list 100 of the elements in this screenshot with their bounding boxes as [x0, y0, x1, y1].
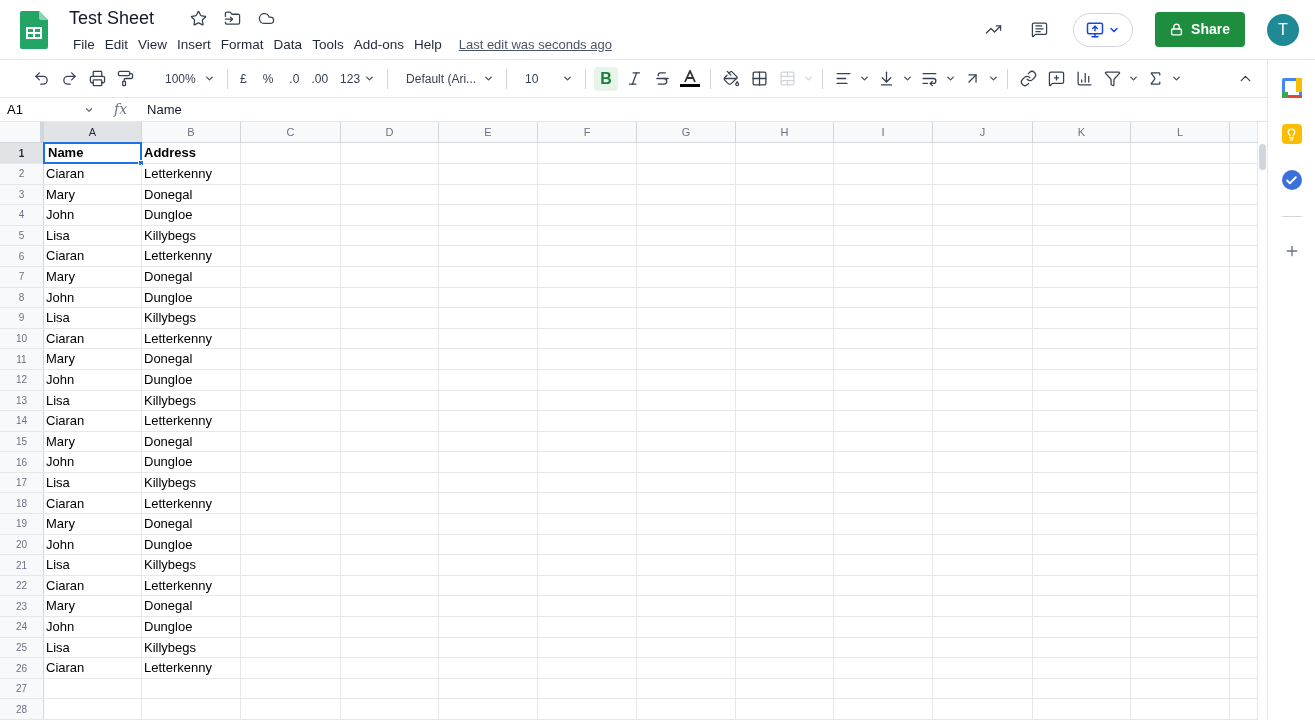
row-header[interactable]: 14 [0, 411, 44, 431]
menu-item[interactable]: Edit [99, 33, 134, 57]
row-header[interactable]: 24 [0, 617, 44, 637]
column-header[interactable]: F [538, 122, 637, 143]
table-cell[interactable]: Donegal [141, 430, 241, 453]
column-header[interactable]: J [933, 122, 1033, 143]
row-header[interactable]: 2 [0, 163, 44, 184]
table-cell[interactable]: Letterkenny [141, 657, 241, 679]
check-icon[interactable] [1281, 170, 1302, 190]
table-cell[interactable]: Ciaran [43, 574, 142, 597]
table-cell[interactable]: Letterkenny [141, 245, 241, 267]
table-cell[interactable]: Mary [43, 513, 142, 535]
row-header[interactable]: 15 [0, 431, 44, 452]
menu-item[interactable]: Data [268, 33, 308, 57]
column-header[interactable]: A [44, 122, 142, 143]
table-cell[interactable]: Mary [43, 183, 142, 206]
menu-item[interactable]: Add-ons [348, 33, 409, 57]
table-cell[interactable]: Lisa [43, 554, 142, 576]
table-cell[interactable]: Ciaran [43, 162, 142, 185]
table-cell[interactable]: Letterkenny [141, 327, 241, 350]
spreadsheet-logo-icon[interactable] [20, 10, 48, 49]
table-cell[interactable]: Killybegs [141, 224, 241, 247]
menu-item[interactable]: File [68, 33, 100, 57]
row-header[interactable]: 8 [0, 287, 44, 308]
decrease-decimal-button[interactable]: .0 [285, 66, 304, 91]
table-cell[interactable]: Donegal [141, 513, 241, 535]
column-header[interactable]: K [1033, 122, 1131, 143]
table-cell[interactable]: Dungloe [141, 451, 241, 473]
table-cell[interactable]: Donegal [141, 595, 241, 618]
vertical-scrollbar[interactable] [1257, 122, 1267, 720]
row-header[interactable]: 5 [0, 225, 44, 246]
table-cell[interactable]: Lisa [43, 307, 142, 329]
number-format-dropdown[interactable]: 123 [336, 66, 380, 91]
zoom-dropdown[interactable]: 100% [161, 66, 219, 91]
table-cell[interactable]: Letterkenny [141, 492, 241, 515]
column-header[interactable]: L [1131, 122, 1230, 143]
document-title[interactable]: Test Sheet [69, 4, 155, 32]
table-cell[interactable]: Letterkenny [141, 162, 241, 185]
row-header[interactable]: 6 [0, 246, 44, 266]
row-header[interactable]: 10 [0, 328, 44, 349]
table-cell[interactable]: Letterkenny [141, 410, 241, 432]
font-dropdown[interactable]: Default (Ari... [402, 66, 499, 91]
table-cell[interactable]: Donegal [141, 183, 241, 206]
table-cell[interactable]: John [43, 204, 142, 226]
name-box[interactable]: A1 [0, 99, 100, 120]
table-cell[interactable]: Dungloe [141, 533, 241, 556]
menu-item[interactable]: Tools [307, 33, 349, 57]
currency-button[interactable]: £ [236, 66, 251, 91]
column-header[interactable]: I [834, 122, 933, 143]
table-cell[interactable]: Ciaran [43, 410, 142, 432]
table-cell[interactable]: Ciaran [43, 492, 142, 515]
row-header[interactable]: 25 [0, 637, 44, 658]
table-cell[interactable]: John [43, 286, 142, 309]
table-cell[interactable]: Dungloe [141, 286, 241, 309]
row-header[interactable]: 18 [0, 493, 44, 514]
table-cell[interactable]: Mary [43, 430, 142, 453]
column-header[interactable]: C [241, 122, 341, 143]
row-header[interactable]: 28 [0, 699, 44, 719]
percent-button[interactable]: % [258, 66, 278, 91]
row-header[interactable]: 13 [0, 390, 44, 411]
last-edit-link[interactable]: Last edit was seconds ago [458, 35, 612, 55]
table-cell[interactable]: Killybegs [141, 636, 241, 659]
row-header[interactable]: 1 [0, 143, 44, 163]
avatar[interactable]: T [1267, 13, 1299, 46]
row-header[interactable]: 17 [0, 472, 44, 493]
calendar-icon[interactable] [1281, 78, 1302, 98]
table-cell[interactable]: Ciaran [43, 657, 142, 679]
table-cell[interactable]: Killybegs [141, 554, 241, 576]
row-header[interactable]: 11 [0, 349, 44, 369]
table-cell[interactable]: John [43, 451, 142, 473]
row-header[interactable]: 3 [0, 184, 44, 205]
table-cell[interactable]: Address [141, 142, 241, 164]
row-header[interactable]: 26 [0, 658, 44, 678]
menu-item[interactable]: Insert [172, 33, 216, 57]
row-header[interactable]: 22 [0, 575, 44, 596]
row-header[interactable]: 9 [0, 308, 44, 328]
row-header[interactable]: 7 [0, 266, 44, 287]
formula-input[interactable]: Name [147, 99, 1267, 120]
table-cell[interactable]: John [43, 368, 142, 391]
table-cell[interactable]: Killybegs [141, 307, 241, 329]
increase-decimal-button[interactable]: .00 [307, 66, 333, 91]
table-cell[interactable]: Mary [43, 595, 142, 618]
table-cell[interactable]: Lisa [43, 471, 142, 494]
row-header[interactable]: 12 [0, 369, 44, 390]
row-header[interactable]: 21 [0, 555, 44, 575]
table-cell[interactable]: Dungloe [141, 368, 241, 391]
bold-button[interactable]: B [594, 66, 619, 91]
column-header[interactable]: H [736, 122, 834, 143]
table-cell[interactable]: John [43, 533, 142, 556]
column-header[interactable]: D [341, 122, 439, 143]
table-cell[interactable]: John [43, 616, 142, 638]
column-header[interactable]: B [142, 122, 241, 143]
table-cell[interactable]: Dungloe [141, 616, 241, 638]
table-cell[interactable]: Lisa [43, 224, 142, 247]
row-header[interactable]: 20 [0, 534, 44, 555]
table-cell[interactable]: Ciaran [43, 245, 142, 267]
table-cell[interactable]: Mary [43, 265, 142, 288]
column-header[interactable]: E [439, 122, 538, 143]
table-cell[interactable]: Dungloe [141, 204, 241, 226]
menu-item[interactable]: View [133, 33, 173, 57]
